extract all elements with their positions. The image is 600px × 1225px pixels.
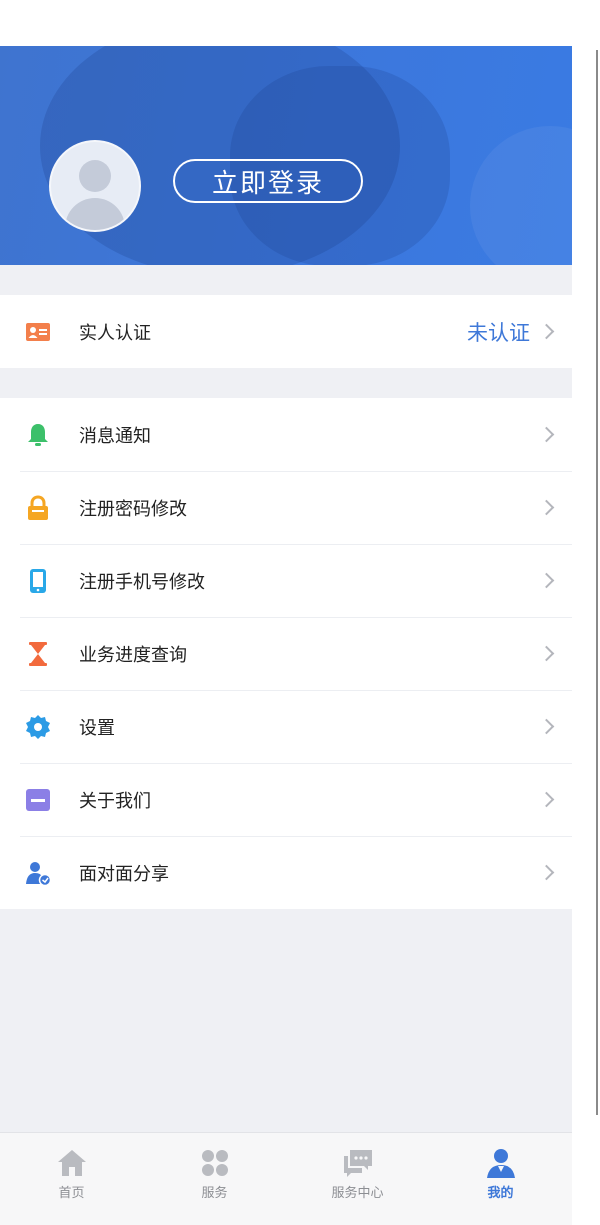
menu-item-label: 注册手机号修改: [79, 571, 205, 593]
share-user-icon: [26, 862, 51, 886]
user-icon: [486, 1149, 515, 1178]
tab-mine[interactable]: 我的: [429, 1133, 572, 1225]
hourglass-icon: [29, 642, 47, 666]
chevron-right-icon: [538, 718, 555, 735]
tab-label: 我的: [487, 1186, 514, 1201]
gear-icon: [26, 715, 50, 739]
settings-menu: 消息通知 注册密码修改 注册手机号修改 业务进度查询 设置 关于我们 面对面分享: [0, 398, 572, 909]
chevron-right-icon: [538, 426, 555, 443]
chevron-right-icon: [538, 791, 555, 808]
menu-item-progress[interactable]: 业务进度查询: [0, 617, 572, 690]
menu-item-label: 设置: [79, 717, 115, 739]
menu-item-notifications[interactable]: 消息通知: [0, 398, 572, 471]
chevron-right-icon: [538, 645, 555, 662]
menu-item-share[interactable]: 面对面分享: [0, 836, 572, 909]
phone-icon: [30, 569, 46, 593]
menu-item-password[interactable]: 注册密码修改: [0, 471, 572, 544]
chevron-right-icon: [538, 572, 555, 589]
id-card-icon: [26, 323, 50, 341]
verification-status: 未认证: [467, 320, 530, 345]
tab-service-center[interactable]: 服务中心: [286, 1133, 429, 1225]
tab-services[interactable]: 服务: [143, 1133, 286, 1225]
menu-item-label: 消息通知: [79, 425, 151, 447]
avatar[interactable]: [49, 140, 141, 232]
verification-card: 实人认证 未认证: [0, 295, 572, 368]
bell-icon: [28, 424, 48, 446]
verification-label: 实人认证: [79, 322, 151, 344]
verification-row[interactable]: 实人认证 未认证: [0, 295, 572, 368]
tab-home[interactable]: 首页: [0, 1133, 143, 1225]
chevron-right-icon: [538, 323, 555, 340]
menu-item-label: 面对面分享: [79, 863, 169, 885]
tab-label: 首页: [58, 1186, 85, 1201]
bottom-tab-bar: 首页 服务 服务中心 我的: [0, 1132, 572, 1225]
window-edge: [596, 50, 598, 1115]
login-button[interactable]: 立即登录: [173, 159, 363, 203]
chevron-right-icon: [538, 499, 555, 516]
home-icon: [57, 1150, 86, 1176]
chevron-right-icon: [538, 864, 555, 881]
lock-icon: [28, 495, 48, 520]
info-card-icon: [26, 789, 50, 811]
menu-item-settings[interactable]: 设置: [0, 690, 572, 763]
status-bar: [0, 0, 572, 46]
menu-item-label: 业务进度查询: [79, 644, 187, 666]
grid-icon: [201, 1150, 228, 1176]
app-screen: 立即登录 实人认证 未认证 消息通知 注册密码修改 注册手机号修改 业务进度查询…: [0, 0, 572, 1225]
menu-item-phone[interactable]: 注册手机号修改: [0, 544, 572, 617]
menu-item-label: 注册密码修改: [79, 498, 187, 520]
menu-item-label: 关于我们: [79, 790, 151, 812]
tab-label: 服务中心: [331, 1186, 384, 1201]
menu-item-about[interactable]: 关于我们: [0, 763, 572, 836]
profile-banner: 立即登录: [0, 46, 572, 265]
chat-icon: [343, 1150, 372, 1177]
tab-label: 服务: [201, 1186, 228, 1201]
